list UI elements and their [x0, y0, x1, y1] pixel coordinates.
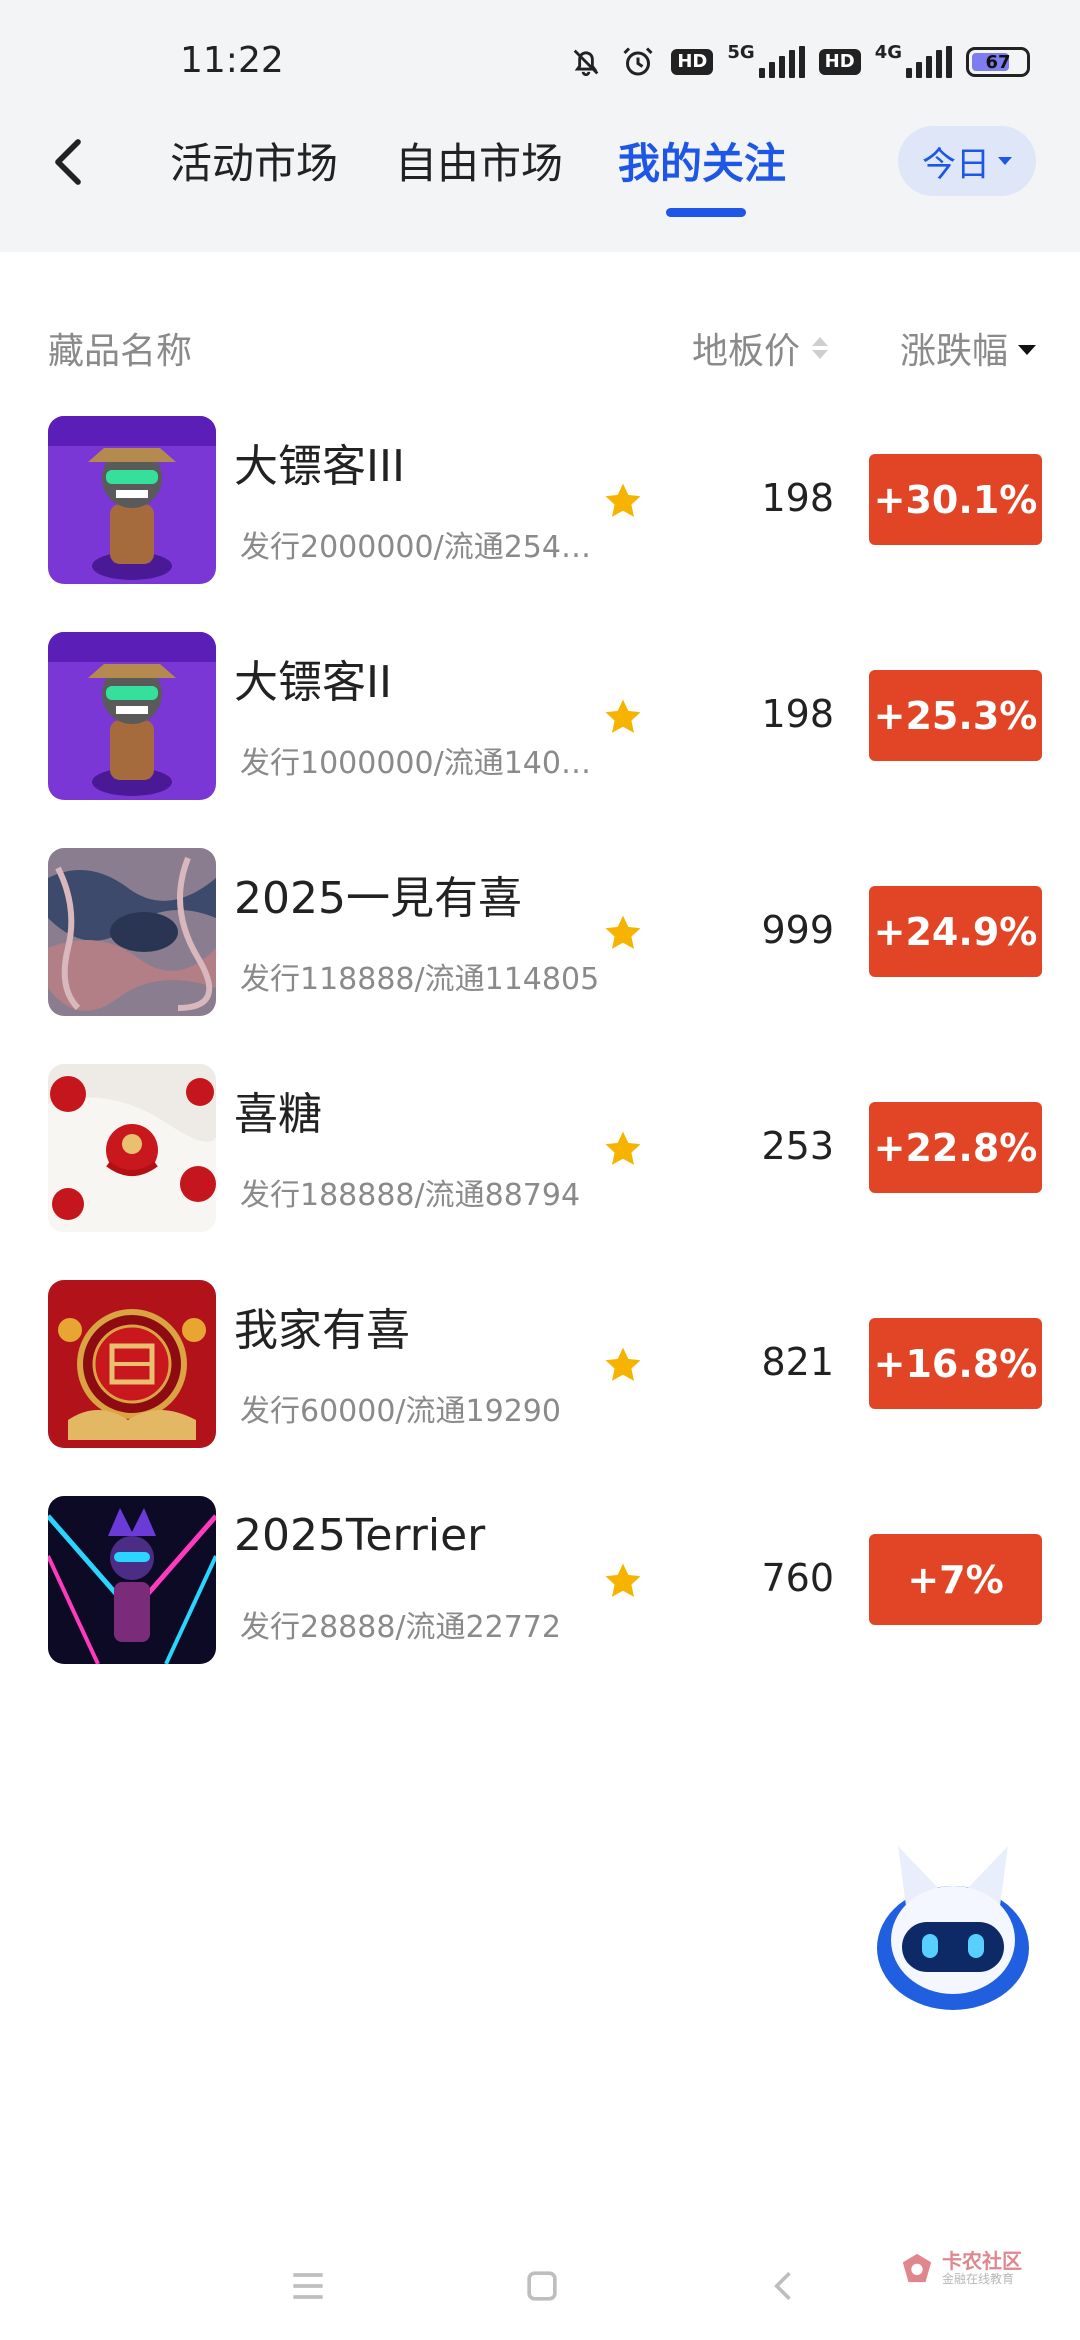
star-icon[interactable] — [602, 1128, 644, 1170]
star-icon[interactable] — [602, 1560, 644, 1602]
5g-signal-icon — [758, 46, 805, 78]
tab-activity-market[interactable]: 活动市场 — [170, 134, 338, 194]
assistant-robot-button[interactable] — [868, 1836, 1038, 2018]
item-title: 2025Terrier — [234, 1510, 486, 1561]
list-item[interactable]: 大镖客III 发行2000000/流通254… 198 +30.1% — [0, 400, 1080, 616]
hd-icon-2: HD — [818, 49, 861, 75]
item-supply: 发行118888/流通114805 — [240, 962, 600, 997]
top-nav: 活动市场 自由市场 我的关注 今日 — [0, 120, 1080, 252]
watermark: 卡农社区 金融在线教育 — [900, 2250, 1022, 2286]
hd-icon: HD — [671, 49, 714, 75]
back-button[interactable] — [40, 134, 96, 190]
tab-my-watchlist[interactable]: 我的关注 — [618, 134, 786, 194]
status-icons: HD 5G HD 4G 67 — [567, 40, 1030, 84]
period-select[interactable]: 今日 — [898, 126, 1036, 196]
back-nav-icon[interactable] — [762, 2264, 806, 2308]
item-title: 我家有喜 — [234, 1305, 410, 1356]
item-supply: 发行2000000/流通254… — [240, 530, 591, 565]
sort-floor-price[interactable]: 地板价 — [692, 322, 829, 374]
alarm-icon — [619, 43, 657, 81]
list-item[interactable]: 2025一見有喜 发行118888/流通114805 999 +24.9% — [0, 832, 1080, 1048]
item-thumbnail — [48, 848, 216, 1016]
status-time: 11:22 — [180, 40, 284, 81]
item-change-badge: +25.3% — [869, 670, 1042, 761]
item-thumbnail — [48, 1496, 216, 1664]
active-tab-indicator — [666, 208, 746, 217]
item-title: 大镖客II — [234, 657, 392, 708]
item-supply: 发行1000000/流通140… — [240, 746, 591, 781]
5g-label: 5G — [727, 41, 755, 63]
item-title: 2025一見有喜 — [234, 873, 522, 924]
item-floor-price: 198 — [761, 476, 834, 520]
watermark-subtext: 金融在线教育 — [942, 2272, 1015, 2286]
caret-down-icon — [998, 157, 1012, 165]
item-change-badge: +24.9% — [869, 886, 1042, 977]
tab-free-market[interactable]: 自由市场 — [395, 134, 563, 194]
item-thumbnail — [48, 1280, 216, 1448]
item-supply: 发行28888/流通22772 — [240, 1610, 561, 1645]
star-icon[interactable] — [602, 912, 644, 954]
sort-updown-icon — [812, 337, 829, 359]
item-floor-price: 999 — [761, 908, 834, 952]
item-change-badge: +30.1% — [869, 454, 1042, 545]
sort-change[interactable]: 涨跌幅 — [900, 322, 1037, 374]
item-change-badge: +22.8% — [869, 1102, 1042, 1193]
item-floor-price: 253 — [761, 1124, 834, 1168]
menu-icon[interactable] — [286, 2264, 330, 2308]
item-thumbnail — [48, 416, 216, 584]
item-thumbnail — [48, 632, 216, 800]
column-name: 藏品名称 — [48, 331, 193, 372]
star-icon[interactable] — [602, 1344, 644, 1386]
bell-off-icon — [567, 43, 605, 81]
item-floor-price: 760 — [761, 1556, 834, 1600]
list-item[interactable]: 喜糖 发行188888/流通88794 253 +22.8% — [0, 1048, 1080, 1264]
robot-icon — [877, 1846, 1029, 2010]
battery-icon: 67 — [966, 47, 1030, 77]
item-change-badge: +16.8% — [869, 1318, 1042, 1409]
watermark-text: 卡农社区 — [942, 2249, 1022, 2273]
column-change: 涨跌幅 — [900, 331, 1009, 372]
watchlist: 大镖客III 发行2000000/流通254… 198 +30.1% 大镖客II… — [0, 400, 1080, 1696]
list-item[interactable]: 大镖客II 发行1000000/流通140… 198 +25.3% — [0, 616, 1080, 832]
star-icon[interactable] — [602, 696, 644, 738]
4g-label: 4G — [874, 41, 902, 63]
column-header: 藏品名称 地板价 涨跌幅 — [0, 310, 1080, 380]
item-title: 喜糖 — [234, 1089, 322, 1140]
sort-desc-icon — [1018, 345, 1037, 355]
chevron-left-icon — [55, 139, 81, 185]
item-supply: 发行188888/流通88794 — [240, 1178, 581, 1213]
item-title: 大镖客III — [234, 441, 405, 492]
watermark-logo-icon — [902, 2253, 932, 2283]
status-bar: 11:22 HD 5G HD 4G 67 — [0, 0, 1080, 120]
item-change-badge: +7% — [869, 1534, 1042, 1625]
column-floor-price: 地板价 — [692, 331, 801, 372]
item-floor-price: 198 — [761, 692, 834, 736]
item-floor-price: 821 — [761, 1340, 834, 1384]
period-select-label: 今日 — [922, 144, 990, 185]
list-item[interactable]: 2025Terrier 发行28888/流通22772 760 +7% — [0, 1480, 1080, 1696]
list-item[interactable]: 我家有喜 发行60000/流通19290 821 +16.8% — [0, 1264, 1080, 1480]
item-supply: 发行60000/流通19290 — [240, 1394, 561, 1429]
home-icon[interactable] — [520, 2264, 564, 2308]
item-thumbnail — [48, 1064, 216, 1232]
4g-signal-icon — [906, 46, 952, 78]
star-icon[interactable] — [602, 480, 644, 522]
